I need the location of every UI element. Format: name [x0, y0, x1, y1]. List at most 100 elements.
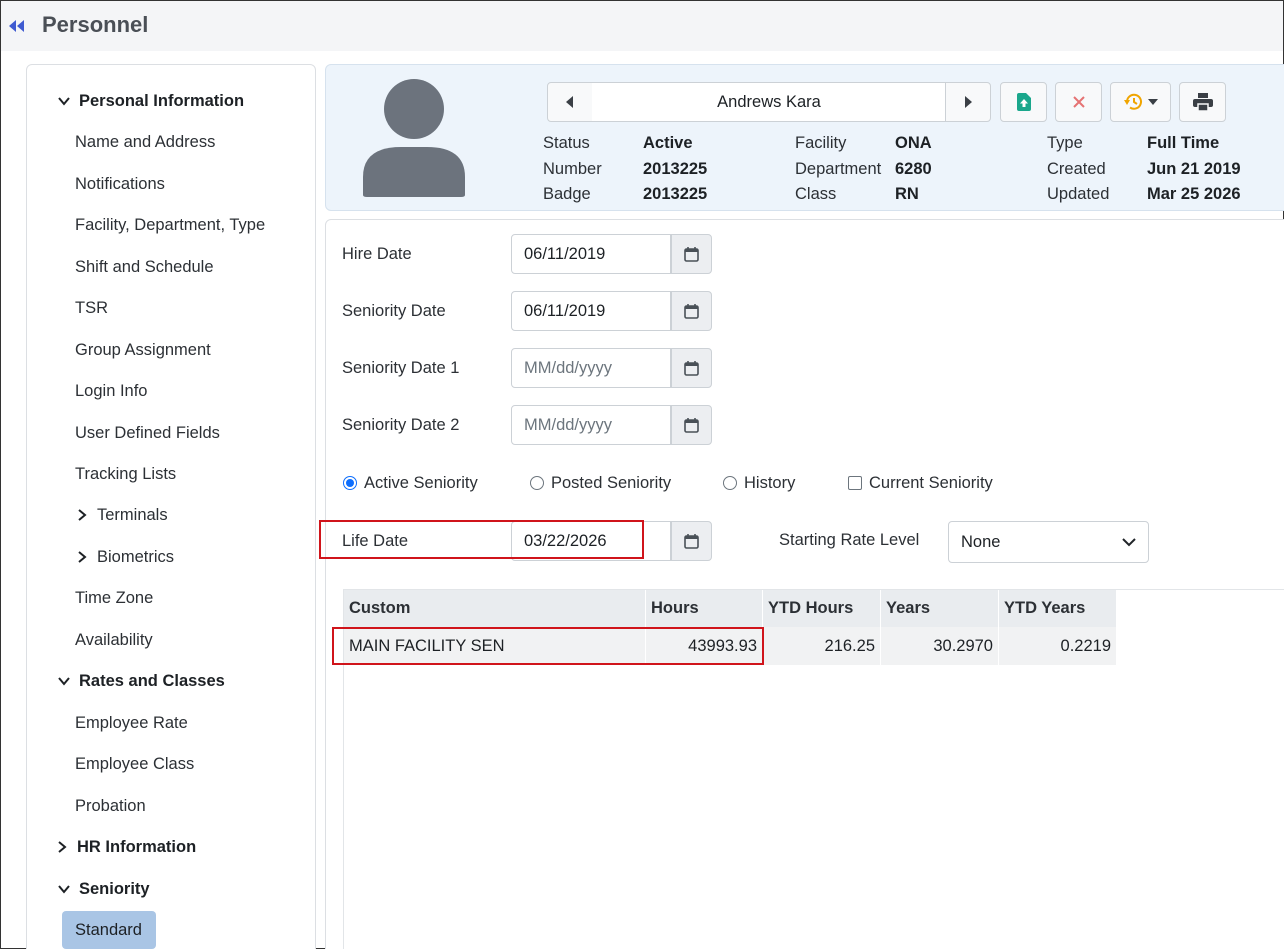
caret-down-icon	[1148, 99, 1158, 105]
chevron-down-icon	[1122, 538, 1136, 547]
delete-button[interactable]	[1055, 82, 1102, 122]
sidebar-item-group-assignment[interactable]: Group Assignment	[75, 338, 211, 362]
posted-seniority-radio[interactable]: Posted Seniority	[530, 472, 671, 494]
nav-group-personal-information[interactable]: Personal Information	[57, 89, 244, 113]
seniority-date-input[interactable]	[511, 291, 671, 331]
life-date-highlight	[319, 520, 644, 559]
checkbox[interactable]	[848, 476, 862, 490]
seniority-date-2-input[interactable]	[511, 405, 671, 445]
type-value: Full Time	[1147, 134, 1220, 152]
badge-value: 2013225	[643, 185, 708, 203]
radio-label: History	[744, 474, 796, 492]
printer-icon	[1192, 93, 1213, 111]
seniority-form: Hire Date Seniority Date Seniority Date …	[319, 219, 1284, 949]
calendar-icon	[684, 417, 699, 433]
sidebar-item-facility-department-type[interactable]: Facility, Department, Type	[75, 213, 265, 237]
chevron-down-icon	[58, 677, 70, 686]
radio-label: Posted Seniority	[551, 474, 672, 492]
badge-label: Badge	[543, 185, 591, 203]
column-header-ytd-years[interactable]: YTD Years	[999, 590, 1117, 627]
sidebar-item-terminals[interactable]: Terminals	[75, 503, 168, 527]
sidebar: Personal Information Name and Address No…	[26, 64, 316, 949]
print-button[interactable]	[1179, 82, 1226, 122]
number-label: Number	[543, 160, 602, 178]
radio-label: Active Seniority	[364, 474, 478, 492]
sidebar-item-shift-and-schedule[interactable]: Shift and Schedule	[75, 255, 214, 279]
employee-name: Andrews Kara	[592, 82, 946, 122]
sidebar-item-employee-class[interactable]: Employee Class	[75, 752, 194, 776]
current-seniority-checkbox[interactable]: Current Seniority	[848, 472, 993, 494]
sidebar-item-availability[interactable]: Availability	[75, 628, 153, 652]
sidebar-item-tsr[interactable]: TSR	[75, 296, 108, 320]
sidebar-item-user-defined-fields[interactable]: User Defined Fields	[75, 421, 220, 445]
seniority-date-label: Seniority Date	[342, 302, 446, 320]
seniority-date-1-calendar-button[interactable]	[671, 348, 712, 388]
updated-label: Updated	[1047, 185, 1110, 203]
sidebar-item-tracking-lists[interactable]: Tracking Lists	[75, 462, 176, 486]
column-header-years[interactable]: Years	[881, 590, 999, 627]
sidebar-item-time-zone[interactable]: Time Zone	[75, 586, 153, 610]
sidebar-item-standard[interactable]: Standard	[62, 911, 156, 949]
seniority-date-1-label: Seniority Date 1	[342, 359, 460, 377]
nav-group-hr-information[interactable]: HR Information	[55, 835, 196, 859]
chevron-right-icon	[78, 551, 87, 563]
active-seniority-radio[interactable]: Active Seniority	[343, 472, 478, 494]
nav-group-rates-and-classes[interactable]: Rates and Classes	[57, 669, 225, 693]
class-label: Class	[795, 185, 837, 203]
table-cell-years[interactable]: 30.2970	[881, 627, 999, 665]
starting-rate-level-select[interactable]: None	[948, 521, 1149, 563]
life-date-calendar-button[interactable]	[671, 521, 712, 561]
upload-file-button[interactable]	[1000, 82, 1047, 122]
sidebar-item-notifications[interactable]: Notifications	[75, 172, 165, 196]
seniority-date-calendar-button[interactable]	[671, 291, 712, 331]
facility-value: ONA	[895, 134, 932, 152]
table-cell-ytd-hours[interactable]: 216.25	[763, 627, 881, 665]
number-value: 2013225	[643, 160, 708, 178]
sidebar-item-label: Terminals	[97, 506, 168, 524]
radio-button[interactable]	[530, 476, 544, 490]
status-label: Status	[543, 134, 590, 152]
seniority-date-2-label: Seniority Date 2	[342, 416, 460, 434]
table-cell-ytd-years[interactable]: 0.2219	[999, 627, 1117, 665]
sidebar-item-label: Biometrics	[97, 548, 175, 566]
department-label: Department	[795, 160, 882, 178]
hire-date-input[interactable]	[511, 234, 671, 274]
column-header-custom[interactable]: Custom	[344, 590, 646, 627]
previous-employee-button[interactable]	[547, 82, 593, 122]
created-value: Jun 21 2019	[1147, 160, 1241, 178]
nav-group-label: Rates and Classes	[79, 672, 225, 690]
calendar-icon	[684, 303, 699, 319]
sidebar-item-name-and-address[interactable]: Name and Address	[75, 130, 215, 154]
caret-right-icon	[965, 96, 972, 108]
nav-group-label: Seniority	[79, 880, 150, 898]
sidebar-item-biometrics[interactable]: Biometrics	[75, 545, 174, 569]
column-header-ytd-hours[interactable]: YTD Hours	[763, 590, 881, 627]
seniority-date-2-calendar-button[interactable]	[671, 405, 712, 445]
caret-left-icon	[566, 96, 573, 108]
history-dropdown-button[interactable]	[1110, 82, 1171, 122]
starting-rate-level-label: Starting Rate Level	[779, 531, 920, 549]
chevron-down-icon	[58, 885, 70, 894]
facility-label: Facility	[795, 134, 847, 152]
seniority-date-1-input[interactable]	[511, 348, 671, 388]
radio-button[interactable]	[723, 476, 737, 490]
next-employee-button[interactable]	[945, 82, 991, 122]
sidebar-item-employee-rate[interactable]: Employee Rate	[75, 711, 188, 735]
employee-header: Andrews Kara Status Active Number 201322…	[325, 64, 1284, 211]
nav-group-seniority[interactable]: Seniority	[57, 877, 150, 901]
column-header-hours[interactable]: Hours	[646, 590, 763, 627]
double-chevron-left-icon[interactable]	[7, 19, 25, 33]
avatar	[363, 79, 465, 197]
radio-button-selected[interactable]	[343, 476, 357, 490]
chevron-down-icon	[58, 97, 70, 106]
department-value: 6280	[895, 160, 932, 178]
sidebar-item-probation[interactable]: Probation	[75, 794, 146, 818]
history-radio[interactable]: History	[723, 472, 795, 494]
updated-value: Mar 25 2026	[1147, 185, 1241, 203]
checkbox-label: Current Seniority	[869, 474, 993, 492]
select-value: None	[961, 533, 1001, 551]
table-row-highlight	[332, 627, 764, 665]
sidebar-item-login-info[interactable]: Login Info	[75, 379, 147, 403]
hire-date-calendar-button[interactable]	[671, 234, 712, 274]
calendar-icon	[684, 360, 699, 376]
